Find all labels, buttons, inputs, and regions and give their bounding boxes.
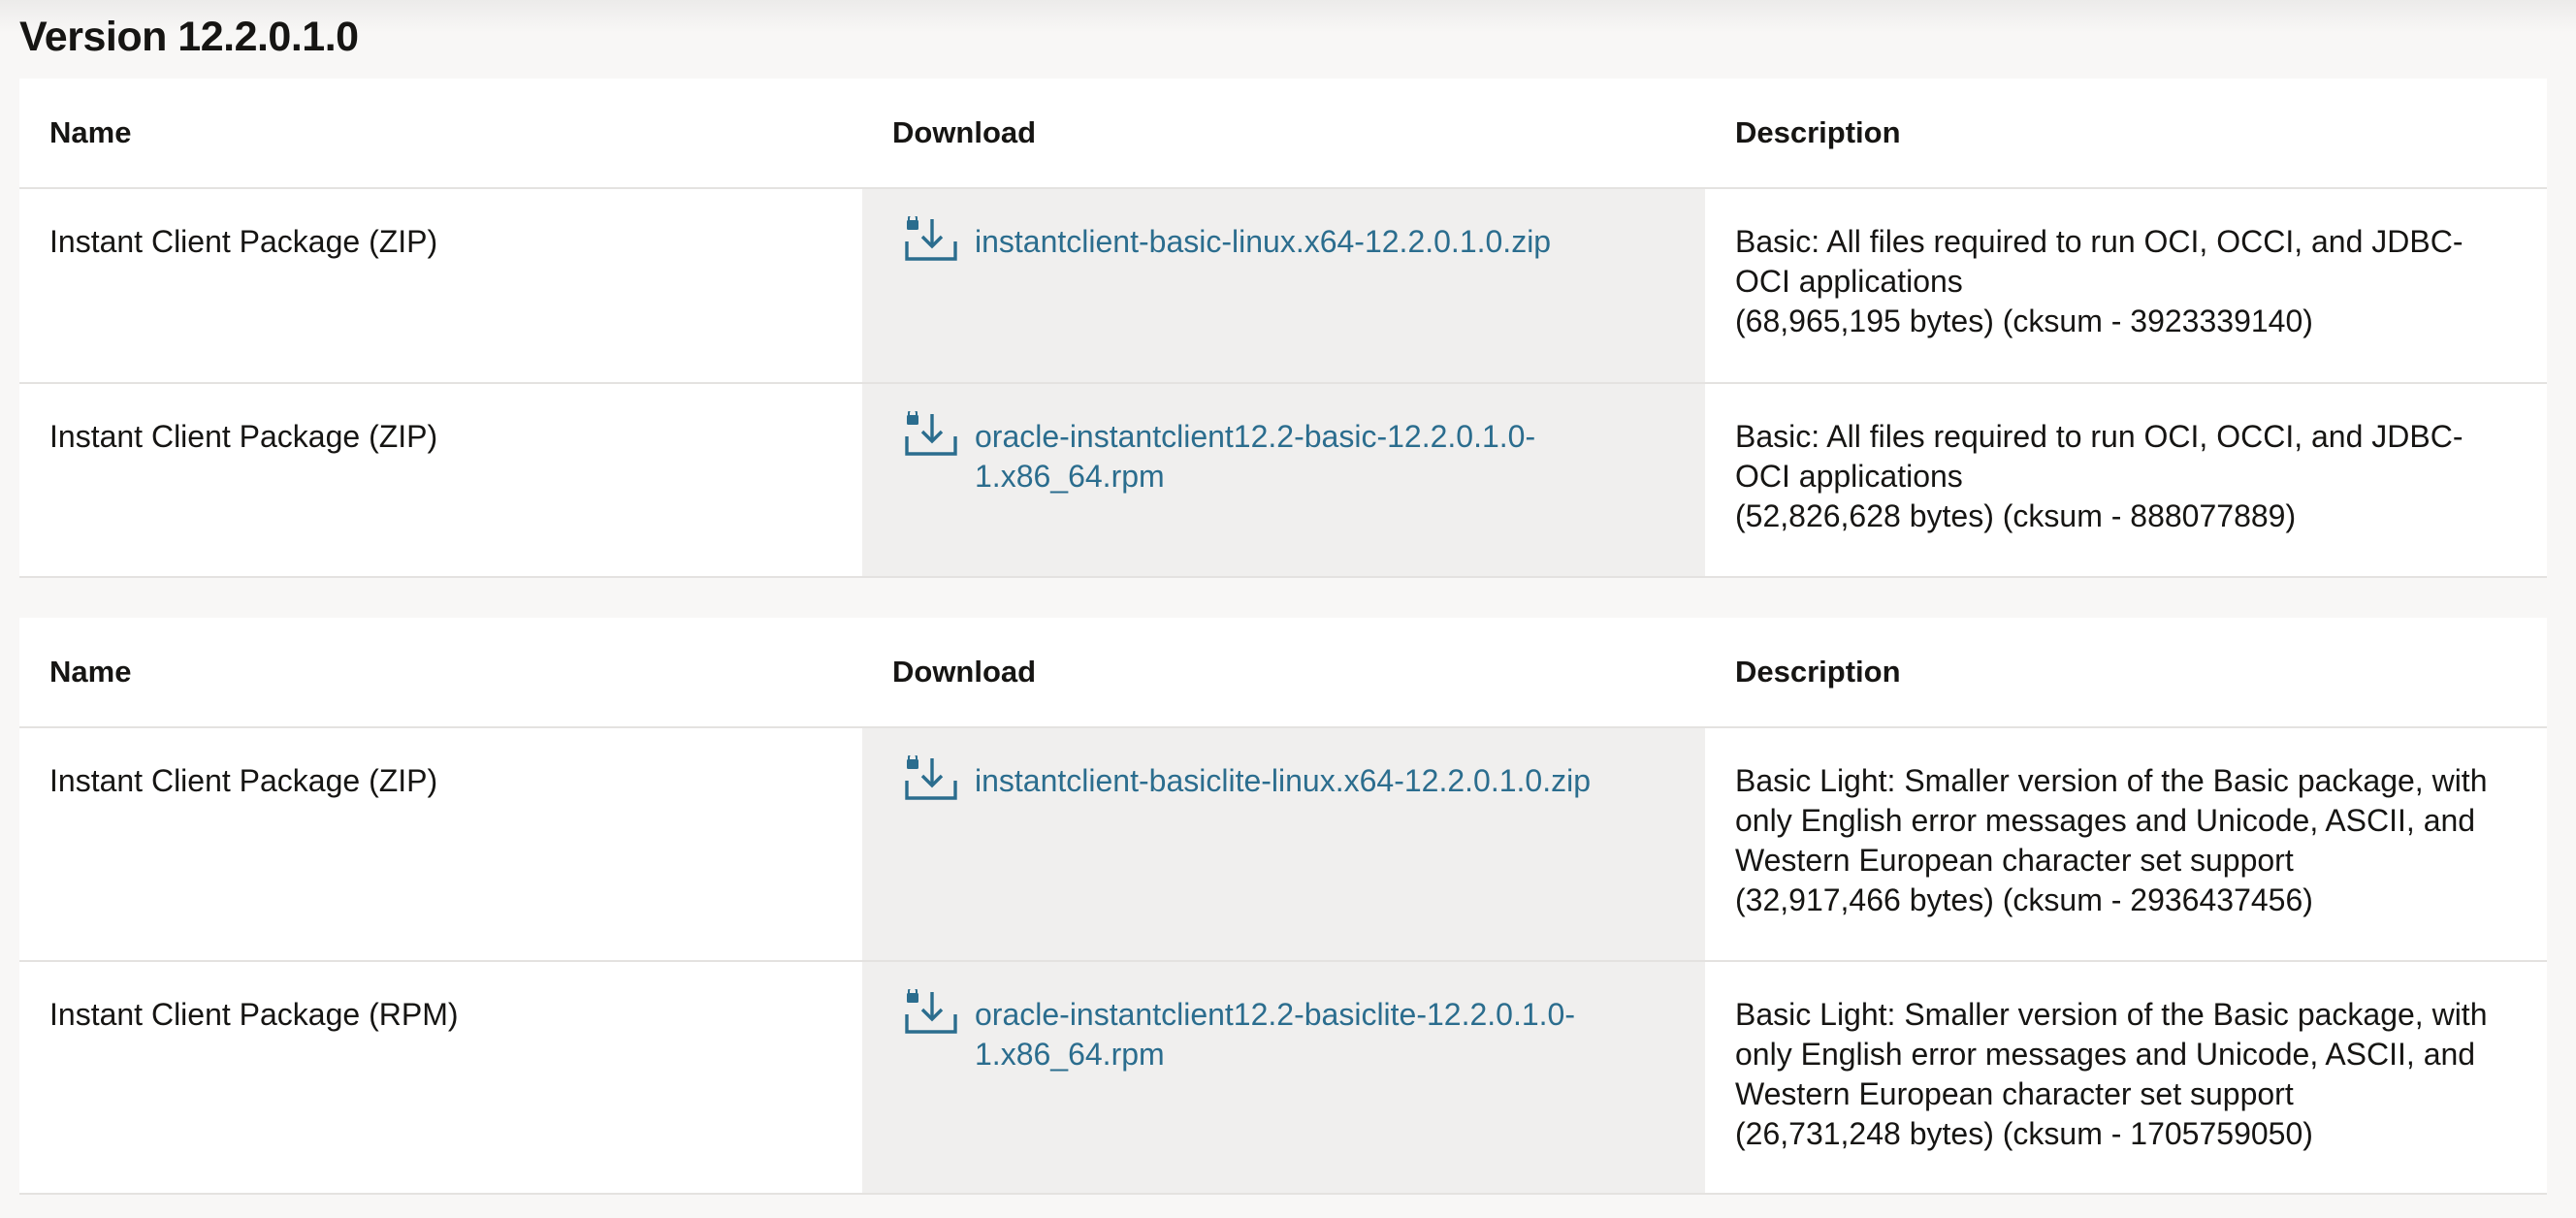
description-cell: Basic: All files required to run OCI, OC… xyxy=(1705,383,2547,578)
top-shadow xyxy=(0,0,2576,33)
column-header-download: Download xyxy=(862,79,1705,189)
version-heading: Version 12.2.0.1.0 xyxy=(19,14,359,60)
download-cell: oracle-instantclient12.2-basiclite-12.2.… xyxy=(862,961,1705,1195)
package-name: Instant Client Package (RPM) xyxy=(19,961,862,1195)
package-name: Instant Client Package (ZIP) xyxy=(19,383,862,578)
description-cell: Basic: All files required to run OCI, OC… xyxy=(1705,188,2547,384)
column-header-name: Name xyxy=(19,79,862,189)
download-lock-icon[interactable] xyxy=(903,989,959,1038)
table-row: Instant Client Package (ZIP) instantclie… xyxy=(19,727,2547,962)
column-header-description: Description xyxy=(1705,618,2547,728)
description-cell: Basic Light: Smaller version of the Basi… xyxy=(1705,727,2547,962)
table-row: Instant Client Package (ZIP) oracle-inst… xyxy=(19,383,2547,578)
package-name: Instant Client Package (ZIP) xyxy=(19,188,862,384)
file-size-checksum: (32,917,466 bytes) (cksum - 2936437456) xyxy=(1735,882,2313,917)
download-link[interactable]: oracle-instantclient12.2-basiclite-12.2.… xyxy=(975,995,1595,1074)
download-cell: oracle-instantclient12.2-basic-12.2.0.1.… xyxy=(862,383,1705,578)
table-header-row: Name Download Description xyxy=(19,79,2547,189)
download-link[interactable]: instantclient-basic-linux.x64-12.2.0.1.0… xyxy=(975,222,1551,262)
download-link[interactable]: instantclient-basiclite-linux.x64-12.2.0… xyxy=(975,761,1591,801)
column-header-download: Download xyxy=(862,618,1705,728)
table-row: Instant Client Package (RPM) oracle-inst… xyxy=(19,961,2547,1195)
download-table-basiclite: Name Download Description Instant Client… xyxy=(19,618,2547,1195)
file-size-checksum: (52,826,628 bytes) (cksum - 888077889) xyxy=(1735,498,2297,533)
description-text: Basic Light: Smaller version of the Basi… xyxy=(1735,763,2488,878)
file-size-checksum: (26,731,248 bytes) (cksum - 1705759050) xyxy=(1735,1116,2313,1151)
table-header-row: Name Download Description xyxy=(19,618,2547,728)
file-size-checksum: (68,965,195 bytes) (cksum - 3923339140) xyxy=(1735,304,2313,338)
download-lock-icon[interactable] xyxy=(903,216,959,265)
package-name: Instant Client Package (ZIP) xyxy=(19,727,862,962)
download-lock-icon[interactable] xyxy=(903,411,959,460)
description-cell: Basic Light: Smaller version of the Basi… xyxy=(1705,961,2547,1195)
description-text: Basic: All files required to run OCI, OC… xyxy=(1735,224,2463,299)
download-cell: instantclient-basiclite-linux.x64-12.2.0… xyxy=(862,727,1705,962)
download-table-basic: Name Download Description Instant Client… xyxy=(19,79,2547,578)
description-text: Basic: All files required to run OCI, OC… xyxy=(1735,419,2463,494)
download-lock-icon[interactable] xyxy=(903,755,959,804)
description-text: Basic Light: Smaller version of the Basi… xyxy=(1735,997,2488,1111)
download-link[interactable]: oracle-instantclient12.2-basic-12.2.0.1.… xyxy=(975,417,1557,497)
table-row: Instant Client Package (ZIP) instantclie… xyxy=(19,188,2547,384)
column-header-description: Description xyxy=(1705,79,2547,189)
column-header-name: Name xyxy=(19,618,862,728)
download-cell: instantclient-basic-linux.x64-12.2.0.1.0… xyxy=(862,188,1705,384)
